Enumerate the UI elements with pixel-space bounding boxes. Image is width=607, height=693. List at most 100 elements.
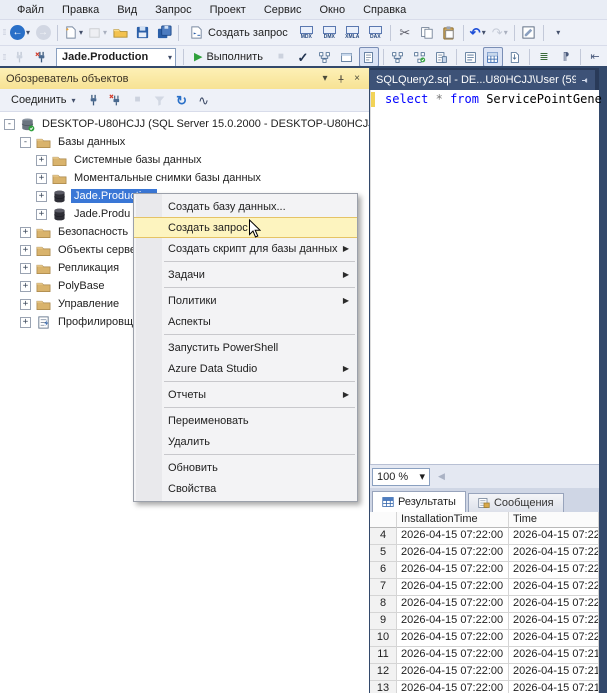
menu-item-7[interactable]: Окно — [311, 2, 355, 18]
back-button[interactable]: ←▾ — [9, 23, 31, 43]
toolbar-grip[interactable]: ⁞⁞ — [0, 20, 8, 45]
menu-item-3[interactable]: Вид — [108, 2, 146, 18]
uncomment-button[interactable]: ⁋ — [556, 47, 576, 67]
grid-row[interactable]: 92026-04-15 07:22:002026-04-15 07:22: — [370, 613, 599, 630]
context-menu-item[interactable]: Аспекты — [134, 311, 357, 332]
mdx-query-button[interactable]: MDX — [296, 23, 317, 43]
context-menu-item[interactable]: Свойства — [134, 478, 357, 499]
time-cell[interactable]: 2026-04-15 07:21: — [509, 647, 599, 664]
context-menu-item[interactable]: Политики▶ — [134, 290, 357, 311]
tab-messages[interactable]: Сообщения — [468, 493, 564, 512]
activity-monitor-button[interactable]: ∿ — [194, 90, 214, 110]
connect-button[interactable] — [9, 47, 29, 67]
new-file-button[interactable]: ▾ — [62, 23, 84, 43]
actual-plan-button[interactable] — [388, 47, 408, 67]
menu-item-5[interactable]: Проект — [201, 2, 255, 18]
context-menu-item[interactable]: Задачи▶ — [134, 264, 357, 285]
installation-time-cell[interactable]: 2026-04-15 07:22:00 — [397, 596, 509, 613]
toolbar-overflow-button[interactable]: ▾ — [548, 23, 568, 43]
row-number-cell[interactable]: 6 — [370, 562, 397, 579]
copy-button[interactable] — [417, 23, 437, 43]
menu-item-2[interactable]: Правка — [53, 2, 108, 18]
connect-menu-button[interactable]: Соединить▾ — [5, 90, 82, 110]
context-menu-item[interactable]: Обновить — [134, 457, 357, 478]
installation-time-cell[interactable]: 2026-04-15 07:22:00 — [397, 647, 509, 664]
dmx-query-button[interactable]: DMX — [319, 23, 340, 43]
results-to-text-button[interactable] — [461, 47, 481, 67]
filter-button[interactable] — [150, 90, 170, 110]
installation-time-cell[interactable]: 2026-04-15 07:22:00 — [397, 681, 509, 693]
dax-query-button[interactable]: DAX — [365, 23, 386, 43]
time-cell[interactable]: 2026-04-15 07:22: — [509, 528, 599, 545]
grid-row[interactable]: 52026-04-15 07:22:002026-04-15 07:22: — [370, 545, 599, 562]
refresh-button[interactable]: ↻ — [172, 90, 192, 110]
sql-editor[interactable]: select * from ServicePointGene — [370, 90, 599, 464]
grid-row[interactable]: 42026-04-15 07:22:002026-04-15 07:22: — [370, 528, 599, 545]
editor-body[interactable]: select * from ServicePointGene — [371, 90, 602, 464]
row-number-cell[interactable]: 7 — [370, 579, 397, 596]
row-number-cell[interactable]: 11 — [370, 647, 397, 664]
grid-row[interactable]: 132026-04-15 07:22:002026-04-15 07:21: — [370, 681, 599, 693]
tree-item[interactable]: +Системные базы данных — [0, 151, 369, 169]
context-menu-item[interactable]: Azure Data Studio▶ — [134, 358, 357, 379]
client-statistics-button[interactable] — [432, 47, 452, 67]
xmla-query-button[interactable]: XMLA — [342, 23, 363, 43]
installation-time-cell[interactable]: 2026-04-15 07:22:00 — [397, 630, 509, 647]
query-options-button[interactable] — [337, 47, 357, 67]
row-number-cell[interactable]: 8 — [370, 596, 397, 613]
time-cell[interactable]: 2026-04-15 07:22: — [509, 630, 599, 647]
pin-icon[interactable] — [581, 76, 589, 85]
disconnect-button[interactable] — [106, 90, 126, 110]
expand-icon[interactable]: + — [20, 317, 31, 328]
row-number-cell[interactable]: 12 — [370, 664, 397, 681]
collapse-icon[interactable]: - — [4, 119, 15, 130]
tree-item[interactable]: +Моментальные снимки базы данных — [0, 169, 369, 187]
row-number-cell[interactable]: 10 — [370, 630, 397, 647]
expand-icon[interactable]: + — [36, 155, 47, 166]
menu-item-1[interactable]: Файл — [8, 2, 53, 18]
context-menu-item[interactable]: Создать базу данных... — [134, 196, 357, 217]
open-file-button[interactable] — [110, 23, 130, 43]
expand-icon[interactable]: + — [20, 281, 31, 292]
column-header-time[interactable]: Time — [509, 512, 599, 528]
paste-button[interactable] — [439, 23, 459, 43]
grid-row[interactable]: 62026-04-15 07:22:002026-04-15 07:22: — [370, 562, 599, 579]
estimated-plan-button[interactable] — [315, 47, 335, 67]
expand-icon[interactable]: + — [20, 227, 31, 238]
collapse-icon[interactable]: - — [20, 137, 31, 148]
context-menu-item[interactable]: Отчеты▶ — [134, 384, 357, 405]
results-to-file-button[interactable] — [505, 47, 525, 67]
grid-row[interactable]: 72026-04-15 07:22:002026-04-15 07:22: — [370, 579, 599, 596]
new-query-button[interactable]: Создать запрос — [183, 23, 294, 43]
outdent-button[interactable]: ⇤ — [585, 47, 605, 67]
parse-button[interactable]: ✓ — [293, 47, 313, 67]
close-icon[interactable]: × — [349, 71, 365, 86]
tab-results[interactable]: Результаты — [372, 491, 466, 512]
expand-icon[interactable]: + — [20, 263, 31, 274]
expand-icon[interactable]: + — [36, 209, 47, 220]
save-all-button[interactable] — [154, 23, 174, 43]
intellisense-button[interactable] — [359, 47, 379, 67]
toolbar-grip[interactable]: ⁞⁞ — [0, 46, 8, 68]
row-number-cell[interactable]: 13 — [370, 681, 397, 693]
cancel-query-button[interactable]: ■ — [271, 47, 291, 67]
expand-icon[interactable]: + — [20, 299, 31, 310]
save-button[interactable] — [132, 23, 152, 43]
change-connection-button[interactable] — [31, 47, 51, 67]
expand-icon[interactable]: + — [36, 191, 47, 202]
time-cell[interactable]: 2026-04-15 07:22: — [509, 613, 599, 630]
results-to-grid-button[interactable] — [483, 47, 503, 67]
time-cell[interactable]: 2026-04-15 07:22: — [509, 545, 599, 562]
context-menu-item[interactable]: Создать скрипт для базы данных▶ — [134, 238, 357, 259]
column-header-installation-time[interactable]: InstallationTime — [397, 512, 509, 528]
stop-button[interactable]: ■ — [128, 90, 148, 110]
query-tab[interactable]: SQLQuery2.sql - DE...U80HCJJ\User (59))* — [370, 70, 595, 90]
installation-time-cell[interactable]: 2026-04-15 07:22:00 — [397, 562, 509, 579]
results-grid[interactable]: InstallationTimeTime42026-04-15 07:22:00… — [370, 512, 599, 693]
menu-item-4[interactable]: Запрос — [146, 2, 200, 18]
row-number-cell[interactable]: 5 — [370, 545, 397, 562]
database-combobox[interactable]: Jade.Production ▾ — [56, 48, 176, 67]
zoom-combobox[interactable]: 100 % ▾ — [372, 468, 430, 486]
time-cell[interactable]: 2026-04-15 07:22: — [509, 596, 599, 613]
installation-time-cell[interactable]: 2026-04-15 07:22:00 — [397, 664, 509, 681]
